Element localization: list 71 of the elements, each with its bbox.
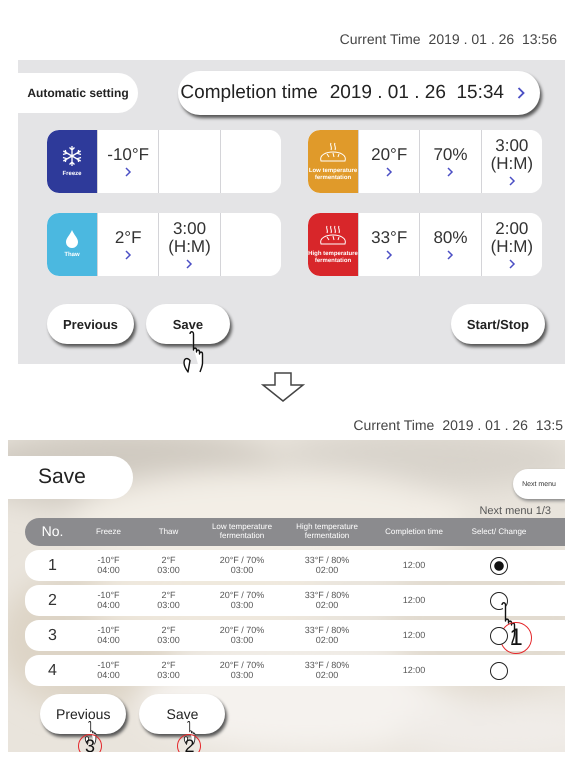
table-cell-text: 33°F / 80% 02:00 xyxy=(304,591,350,610)
snowflake-icon xyxy=(61,145,83,168)
current-time-value: 2019 . 01 . 26 13:5 xyxy=(442,417,563,433)
column-header: High temperature fermentation xyxy=(295,523,359,541)
action-button[interactable]: Start/Stop xyxy=(450,304,545,344)
current-time-label: Current Time xyxy=(340,31,421,47)
radio-button[interactable] xyxy=(490,556,508,574)
chevron-icon xyxy=(124,250,132,260)
empty-cell xyxy=(220,213,281,276)
table-cell-text: 2°F 03:00 xyxy=(156,556,181,575)
table-cell-text: 33°F / 80% 02:00 xyxy=(304,661,350,680)
table-cell-text: -10°F 04:00 xyxy=(96,591,121,610)
chevron-icon xyxy=(446,250,454,260)
page-indicator: Next menu 1/3 xyxy=(478,504,552,518)
chevron-icon xyxy=(185,259,194,270)
setting-cell[interactable]: 2:00 (H:M) xyxy=(480,213,542,276)
table-cell-text: 20°F / 70% 03:00 xyxy=(218,591,266,610)
action-button[interactable]: Previous xyxy=(47,304,134,344)
current-time-value: 2019 . 01 . 26 13:56 xyxy=(428,31,557,47)
table-row[interactable]: 1 -10°F 04:00 2°F 03:00 20°F / 70% 03:00 33°F / 80% 02:00 12:00 xyxy=(25,550,565,581)
steaming-bread-icon xyxy=(318,142,348,164)
row-number: 2 xyxy=(47,592,58,610)
row-number: 1 xyxy=(47,556,58,574)
table-cell-text: 20°F / 70% 03:00 xyxy=(218,661,266,680)
chevron-icon xyxy=(508,259,516,270)
step-marker: 3 xyxy=(78,734,102,752)
radio-button[interactable] xyxy=(490,626,508,644)
current-time-label: Current Time xyxy=(353,417,434,433)
chevron-icon xyxy=(124,167,132,178)
action-button[interactable]: Save xyxy=(146,304,230,344)
table-row[interactable]: 4 -10°F 04:00 2°F 03:00 20°F / 70% 03:00 33°F / 80% 02:00 12:00 xyxy=(25,655,565,686)
table-cell-text: 2°F 03:00 xyxy=(156,626,181,645)
table-cell-text: 12:00 xyxy=(402,666,426,676)
step-marker: 2 xyxy=(177,734,202,752)
table-cell-text: 12:00 xyxy=(402,596,426,606)
action-button[interactable]: Save xyxy=(139,694,226,734)
table-cell-text: 12:00 xyxy=(402,630,426,640)
chevron-right-icon xyxy=(516,84,526,100)
table-cell-text: 2°F 03:00 xyxy=(156,591,181,610)
table-cell-text: 2°F 03:00 xyxy=(156,661,181,680)
column-header: Low temperature fermentation xyxy=(210,523,274,541)
action-button[interactable]: Previous xyxy=(40,694,126,734)
mode-button[interactable]: Automatic setting xyxy=(18,72,138,112)
empty-cell xyxy=(220,130,281,193)
column-header: Completion time xyxy=(384,528,444,536)
completion-time-button[interactable]: Completion time 2019 . 01 . 26 15:34 xyxy=(178,70,540,114)
setting-cell[interactable]: 3:00 (H:M) xyxy=(480,130,542,193)
radio-button[interactable] xyxy=(490,662,508,680)
table-cell-text: 33°F / 80% 02:00 xyxy=(304,556,350,575)
steaming-bread-icon xyxy=(318,224,348,247)
down-arrow-icon xyxy=(260,372,304,402)
row-number: 4 xyxy=(47,662,58,680)
column-header: Select/ Change xyxy=(470,528,528,536)
chevron-icon xyxy=(385,250,394,260)
hand-cursor-icon xyxy=(182,331,206,373)
table-cell-text: -10°F 04:00 xyxy=(96,556,121,575)
table-cell-text: 20°F / 70% 03:00 xyxy=(218,626,266,645)
table-cell-text: 33°F / 80% 02:00 xyxy=(304,626,350,645)
row-number: 3 xyxy=(47,626,58,644)
chevron-icon xyxy=(446,167,454,178)
table-cell-text: 12:00 xyxy=(402,560,426,570)
chevron-icon xyxy=(508,176,516,186)
column-header: Thaw xyxy=(158,528,180,536)
chevron-icon xyxy=(385,167,394,178)
column-header: Freeze xyxy=(95,528,122,536)
table-cell-text: -10°F 04:00 xyxy=(96,661,121,680)
water-drop-icon xyxy=(65,230,79,248)
table-cell-text: 20°F / 70% 03:00 xyxy=(218,556,266,575)
screen-title: Save xyxy=(8,456,133,498)
table-cell-text: -10°F 04:00 xyxy=(96,626,121,645)
column-header: No. xyxy=(40,524,64,540)
